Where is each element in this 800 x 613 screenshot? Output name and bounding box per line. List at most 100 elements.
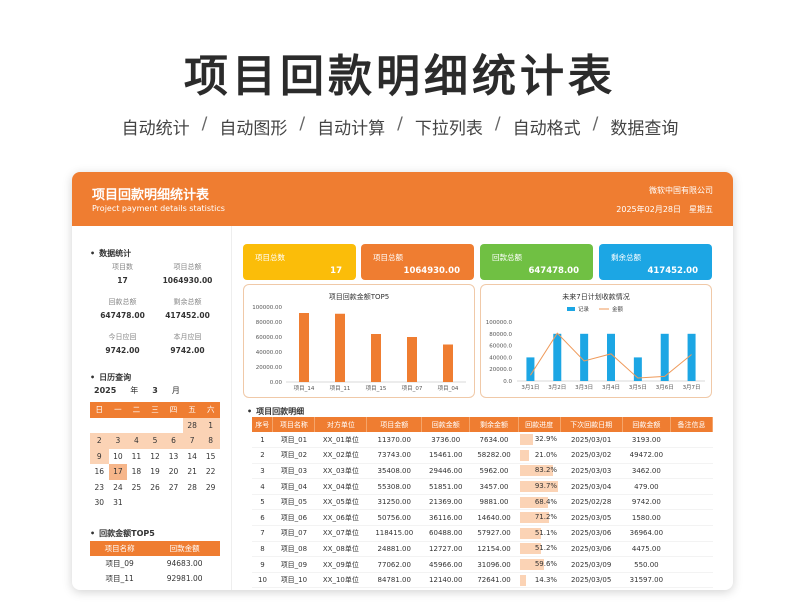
- calendar-day[interactable]: 22: [201, 464, 220, 480]
- calendar-day[interactable]: 21: [183, 464, 202, 480]
- detail-section-title: 项目回款明细: [247, 406, 304, 417]
- kpi-value: 17: [330, 266, 342, 276]
- table-cell-note: [670, 541, 713, 558]
- chart2-svg: 记录 金额 100000.0 80000.0 60000.0 40000.0 20000.0…: [486, 305, 705, 391]
- calendar-day[interactable]: 28: [182, 417, 202, 433]
- weekday-cell: 六: [201, 402, 220, 418]
- calendar-day[interactable]: 3: [108, 433, 128, 449]
- year-unit: 年: [130, 386, 139, 395]
- top5-table: 项目名称 回款金额 项目_09 94683.00 项目_11 92981.00: [90, 541, 220, 586]
- calendar-day[interactable]: 27: [164, 480, 183, 496]
- progress-bar: 32.9%: [518, 434, 560, 446]
- table-cell-next_amt: 4475.00: [622, 541, 671, 558]
- top5-bar-chart: 项目回款金额TOP5 100000.00 80000.00 60000.00 4000…: [243, 284, 475, 398]
- calendar-day[interactable]: 30: [90, 495, 109, 511]
- calendar-day[interactable]: 18: [127, 464, 146, 480]
- table-cell-no: 5: [252, 494, 273, 511]
- stat-value: 647478.00: [100, 311, 145, 320]
- progress-text: 93.7%: [534, 482, 558, 491]
- calendar-day[interactable]: 10: [109, 449, 128, 465]
- y-tick-label: 100000.0: [486, 320, 513, 326]
- feature-separator: /: [592, 114, 599, 134]
- table-cell-no: 10: [252, 572, 273, 589]
- calendar-day: [109, 418, 128, 434]
- stat-value: 1064930.00: [162, 276, 213, 285]
- calendar-day[interactable]: 11: [127, 449, 146, 465]
- x-tick-label: 3月7日: [683, 384, 701, 391]
- legend-label: 记录: [578, 305, 590, 313]
- calendar-day[interactable]: 16: [90, 464, 109, 480]
- table-cell-name: 项目_10: [272, 572, 315, 589]
- table-cell-next: 2025/03/05: [560, 572, 623, 589]
- calendar-day[interactable]: 9: [90, 448, 109, 464]
- calendar-day[interactable]: 1: [201, 417, 220, 433]
- calendar-day[interactable]: 5: [145, 433, 165, 449]
- x-tick-label: 项目_14: [294, 385, 315, 392]
- calendar-day[interactable]: 6: [164, 433, 183, 449]
- calendar-day[interactable]: 24: [109, 480, 128, 496]
- table-cell-unit: XX_09单位: [314, 556, 367, 573]
- table-cell-next_amt: 1580.00: [622, 509, 671, 527]
- calendar-day: [164, 418, 183, 434]
- calendar-day[interactable]: 8: [201, 433, 220, 449]
- progress-bar: 51.2%: [518, 543, 560, 555]
- table-cell-progress: 59.6%: [518, 556, 561, 573]
- calendar-day[interactable]: 12: [146, 449, 165, 465]
- calendar-day[interactable]: 4: [127, 433, 146, 449]
- table-cell-remain: 58282.00: [469, 447, 519, 464]
- calendar-day[interactable]: 7: [182, 433, 202, 449]
- calendar-day[interactable]: 25: [127, 480, 146, 496]
- calendar-day[interactable]: 2: [90, 433, 109, 449]
- month-select[interactable]: 3: [152, 386, 158, 395]
- kpi-value: 1064930.00: [403, 266, 460, 276]
- calendar-day[interactable]: 17: [108, 464, 128, 480]
- table-row: 2 项目_02 XX_02单位 73743.00 15461.00 58282.00 21.…: [252, 447, 713, 464]
- table-cell-name: 项目_02: [272, 447, 315, 464]
- table-cell-name: 项目_01: [272, 432, 315, 449]
- table-cell-unit: XX_10单位: [314, 572, 367, 589]
- calendar-day[interactable]: 23: [90, 480, 109, 496]
- progress-bar: 68.4%: [518, 496, 560, 508]
- column-header: 项目名称: [90, 541, 150, 556]
- legend-label: 金额: [612, 305, 624, 313]
- column-header: 下次回款日期: [560, 417, 623, 432]
- progress-fill: [520, 574, 526, 586]
- stat-label: 剩余总额: [173, 298, 202, 306]
- weekday-cell: 三: [145, 402, 165, 418]
- year-select[interactable]: 2025: [94, 386, 116, 395]
- table-cell-paid: 12727.00: [421, 541, 470, 558]
- calendar-day[interactable]: 31: [109, 495, 128, 511]
- calendar-day: [201, 495, 220, 511]
- table-row: 5 项目_05 XX_05单位 31250.00 21369.00 9881.00 68.4…: [252, 494, 713, 511]
- calendar-day[interactable]: 26: [146, 480, 165, 496]
- calendar-day[interactable]: 20: [164, 464, 183, 480]
- table-cell-name: 项目_04: [272, 478, 315, 495]
- column-header: 项目金额: [366, 417, 423, 432]
- table-cell-unit: XX_05单位: [314, 494, 367, 511]
- calendar-day[interactable]: 29: [201, 480, 220, 496]
- calendar-week: 30 31: [90, 495, 220, 511]
- table-cell-progress: 21.0%: [518, 447, 561, 464]
- progress-text: 14.3%: [534, 575, 558, 584]
- calendar-day[interactable]: 28: [183, 480, 202, 496]
- calendar-day[interactable]: 14: [183, 449, 202, 465]
- table-cell-no: 3: [252, 463, 273, 480]
- table-cell-next: 2025/02/28: [560, 494, 623, 511]
- table-cell-note: [670, 432, 713, 449]
- table-cell-amount: 31250.00: [366, 494, 422, 511]
- table-cell-note: [670, 494, 713, 511]
- table-cell-remain: 9881.00: [469, 494, 519, 511]
- table-cell-progress: 93.7%: [518, 478, 561, 495]
- table-row: 1 项目_01 XX_01单位 11370.00 3736.00 7634.00 32.9%…: [252, 432, 713, 449]
- table-cell-note: [670, 572, 713, 589]
- calendar-day[interactable]: 19: [146, 464, 165, 480]
- feature-separator: /: [201, 114, 208, 134]
- table-cell-next: 2025/03/02: [560, 447, 623, 464]
- calendar-day[interactable]: 13: [164, 449, 183, 465]
- table-cell-next_amt: 9742.00: [622, 494, 671, 511]
- column-header: 对方单位: [314, 417, 368, 432]
- table-cell-next: 2025/03/04: [560, 478, 623, 495]
- calendar-day[interactable]: 15: [201, 449, 220, 465]
- y-tick-label: 40000.00: [256, 350, 283, 356]
- feature-separator: /: [299, 114, 306, 134]
